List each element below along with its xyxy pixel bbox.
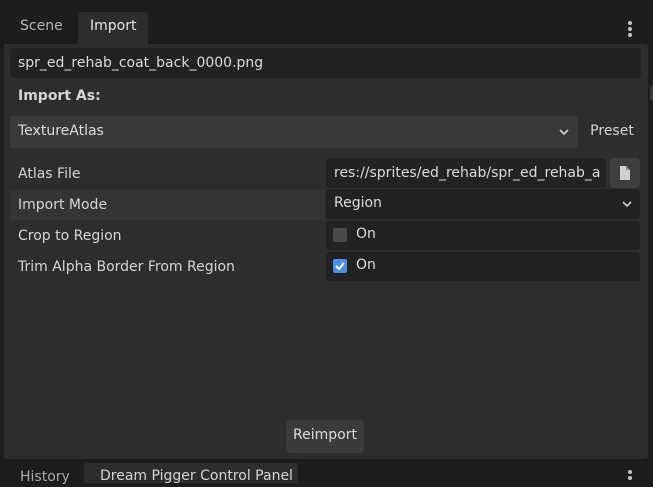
import-as-label: Import As: xyxy=(18,88,101,104)
checkmark-icon xyxy=(335,262,345,271)
import-mode-value: Region xyxy=(334,195,382,211)
kebab-menu-icon[interactable] xyxy=(628,470,632,482)
crop-to-region-toggle[interactable]: On xyxy=(326,221,640,250)
atlas-file-browse-button[interactable] xyxy=(610,158,640,188)
checkbox-unchecked-icon xyxy=(333,228,347,242)
import-mode-label: Import Mode xyxy=(18,197,108,213)
chevron-down-icon xyxy=(559,129,569,136)
crop-to-region-on-label: On xyxy=(356,226,376,242)
atlas-file-label: Atlas File xyxy=(18,166,81,182)
trim-alpha-label: Trim Alpha Border From Region xyxy=(18,259,235,275)
importer-dropdown-value: TextureAtlas xyxy=(18,123,104,139)
kebab-menu-icon[interactable] xyxy=(628,21,632,39)
importer-dropdown[interactable]: TextureAtlas xyxy=(10,116,578,148)
chevron-down-icon xyxy=(622,201,632,208)
preset-button[interactable]: Preset xyxy=(584,116,640,148)
tab-scene[interactable]: Scene xyxy=(8,12,75,44)
reimport-button[interactable]: Reimport xyxy=(286,420,364,453)
file-icon xyxy=(620,166,630,180)
atlas-file-input[interactable]: res://sprites/ed_rehab/spr_ed_rehab_a xyxy=(326,158,606,188)
trim-alpha-on-label: On xyxy=(356,257,376,273)
trim-alpha-toggle[interactable]: On xyxy=(326,252,640,281)
checkbox-checked-icon xyxy=(333,259,347,273)
crop-to-region-label: Crop to Region xyxy=(18,228,122,244)
tab-history[interactable]: History xyxy=(20,467,70,487)
tab-dream-pigger-control-panel[interactable]: Dream Pigger Control Panel xyxy=(84,463,298,483)
file-name-display: spr_ed_rehab_coat_back_0000.png xyxy=(10,48,641,78)
import-mode-dropdown[interactable]: Region xyxy=(326,189,640,219)
tab-import[interactable]: Import xyxy=(78,12,149,44)
